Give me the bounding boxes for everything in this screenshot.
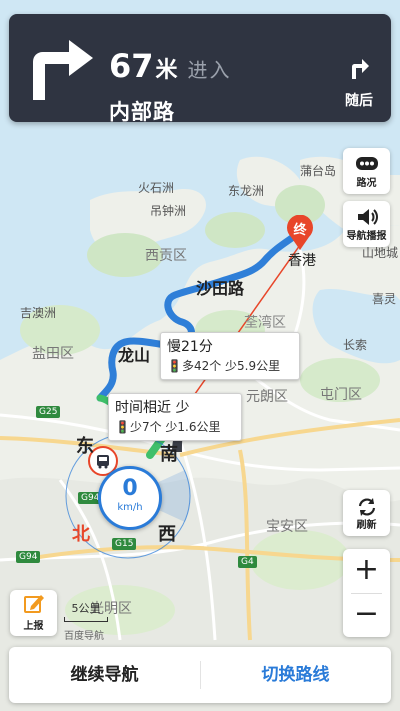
destination-marker[interactable]: 终 [286,214,314,251]
traffic-label: 路况 [356,178,377,189]
traffic-button[interactable]: 路况 [343,148,390,194]
compass-east: 东 [76,436,94,457]
traffic-light-icon-2: 🚦 [115,420,130,434]
compass-south: 南 [160,444,178,465]
continue-navigation-button[interactable]: 继续导航 [9,647,200,703]
alt-route-2-detail: 🚦少7个 少1.6公里 [109,417,241,440]
turn-action: 进入 [187,58,232,82]
map-label-baoan: 宝安区 [266,519,308,535]
alt-route-2-title: 时间相近 少 [115,400,190,416]
broadcast-label: 导航播报 [346,231,387,242]
broadcast-button[interactable]: 导航播报 [343,201,390,247]
traffic-light-icon: 🚦 [167,359,182,373]
report-button[interactable]: 上报 [10,590,57,636]
compass-west: 西 [158,524,176,545]
highway-shield-g94-2: G94 [16,551,41,563]
map-label-xiling: 喜灵 [372,292,397,306]
speed-value: 0 [122,476,138,501]
map-label-quanwan: 荃湾区 [244,315,286,331]
map-label-longshan: 龙山 [118,346,151,365]
alt-route-bubble-2[interactable]: 时间相近 少 🚦少7个 少1.6公里 [108,393,242,441]
zoom-in-button[interactable]: + [343,549,390,593]
bottom-action-bar: 继续导航 切换路线 [9,647,391,703]
refresh-label: 刷新 [356,520,377,531]
next-road-name: 内部路 [109,100,175,124]
map-provider-logo: 百度导航 [64,631,104,642]
refresh-icon [358,498,375,516]
then-instruction: 随后 [343,58,375,110]
zoom-out-button[interactable]: − [343,593,390,637]
report-label: 上报 [23,621,44,632]
highway-shield-g15: G15 [112,538,137,550]
map-label-jiao: 吉澳洲 [20,306,57,320]
destination-label: 终 [293,223,307,238]
map-label-xigong: 西贡区 [145,248,187,264]
speed-unit: km/h [117,502,143,513]
scale-bar [64,617,108,622]
then-turn-right-icon [352,59,369,79]
map-label-huoshi: 火石洲 [138,181,175,195]
navigation-instruction-panel: 67米 进入 内部路 随后 [9,14,391,124]
map-label-yuanlang: 元朗区 [246,389,288,405]
map-label-yantian: 盐田区 [32,346,74,362]
highway-shield-g25: G25 [36,406,61,418]
scale-text: 5公里 [71,602,101,615]
switch-route-button[interactable]: 切换路线 [200,647,391,703]
traffic-icon [355,157,378,170]
distance-unit: 米 [155,58,178,83]
map-label-putai: 蒲台岛 [300,164,337,178]
turn-right-arrow-icon [33,40,93,100]
zoom-controls: + − [343,549,390,637]
alt-route-1-title: 慢21分 [167,339,213,355]
speaker-icon [357,209,378,225]
alt-route-1-detail-text: 多42个 少5.9公里 [181,359,281,373]
map-label-changsuo: 长索 [343,338,368,352]
then-label: 随后 [345,93,373,109]
report-edit-icon [24,595,44,613]
speed-indicator: 0 km/h [98,466,162,530]
map-label-diaozhong: 吊钟洲 [150,204,187,218]
map-label-donglong: 东龙洲 [228,184,265,198]
refresh-button[interactable]: 刷新 [343,490,390,536]
map-label-tunmen: 屯门区 [320,387,362,403]
highway-shield-g4: G4 [238,556,257,568]
distance-value: 67 [109,47,154,85]
alt-route-bubble-1[interactable]: 慢21分 🚦多42个 少5.9公里 [160,332,300,380]
compass-north: 北 [72,524,90,545]
map-label-hongkong: 香港 [288,253,316,269]
alt-route-2-detail-text: 少7个 少1.6公里 [129,420,221,434]
map-label-shatian: 沙田路 [196,279,245,298]
distance-to-turn: 67米 进入 [109,48,232,89]
map-scale: 5公里 [64,600,108,622]
alt-route-1-detail: 🚦多42个 少5.9公里 [161,356,299,379]
